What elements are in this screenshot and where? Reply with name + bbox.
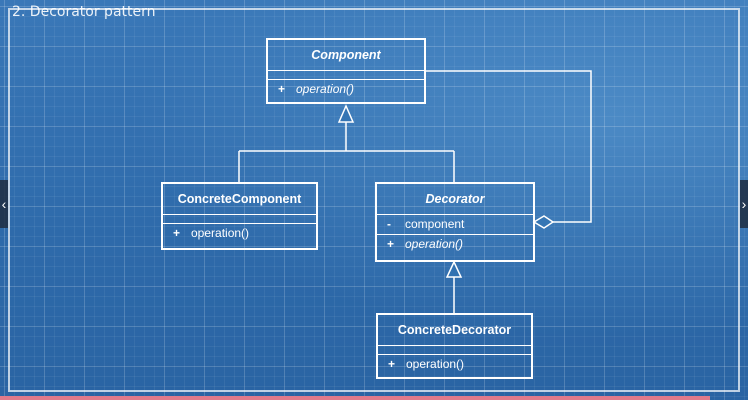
chevron-right-icon: › [741,196,747,212]
visibility-marker: + [388,357,396,371]
operations-section: + operation() [163,223,316,243]
class-name: ConcreteComponent [177,192,302,206]
operation-member: + operation() [268,80,424,99]
uml-class-decorator: Decorator - component + operation() [375,182,535,262]
visibility-marker: + [278,82,286,96]
uml-class-concrete-component: ConcreteComponent + operation() [161,182,318,250]
operation-member: + operation() [378,355,531,374]
operation-member: + operation() [163,224,316,243]
attribute-name: component [405,217,465,231]
class-name: Component [311,48,381,62]
generalization-arrowhead-component [337,104,355,123]
uml-class-concrete-decorator: ConcreteDecorator + operation() [376,313,533,379]
attributes-section [268,70,424,79]
slide-progress-bar [0,396,710,400]
chevron-left-icon: ‹ [1,196,7,212]
uml-class-component: Component + operation() [266,38,426,104]
attributes-section: - component [377,214,533,234]
operations-section: + operation() [268,79,424,99]
operation-name: operation() [296,82,355,96]
operations-section: + operation() [377,234,533,254]
attribute-member: - component [377,215,533,234]
class-name: ConcreteDecorator [397,323,512,337]
attributes-section [378,345,531,354]
aggregation-diamond [532,215,555,229]
next-slide-button[interactable]: › [740,180,748,228]
operations-section: + operation() [378,354,531,374]
operation-name: operation() [406,357,465,371]
previous-slide-button[interactable]: ‹ [0,180,8,228]
generalization-arrowhead-decorator [445,260,463,278]
visibility-marker: - [387,217,391,231]
visibility-marker: + [387,237,395,251]
operation-member: + operation() [377,235,533,254]
attributes-section [163,214,316,223]
visibility-marker: + [173,226,181,240]
operation-name: operation() [191,226,250,240]
class-name: Decorator [425,192,485,206]
operation-name: operation() [405,237,464,251]
